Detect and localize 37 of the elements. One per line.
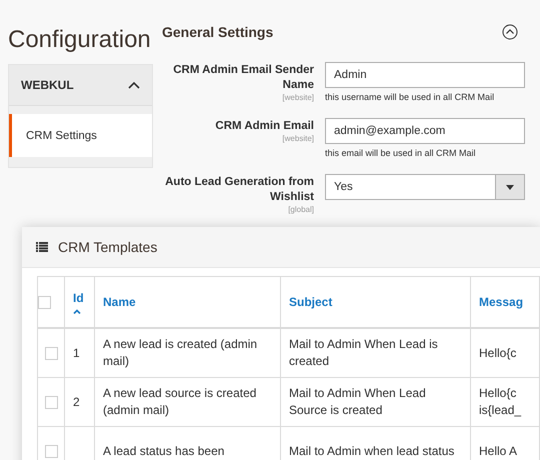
list-icon (36, 242, 48, 252)
column-header[interactable]: Name (94, 276, 280, 328)
scope-label: [website] (282, 93, 314, 102)
table-cell: 1 (64, 328, 94, 378)
select-field[interactable]: Yes (325, 174, 525, 200)
dropdown-caret-icon (506, 184, 514, 190)
row-checkbox[interactable] (44, 444, 58, 458)
row-checkbox[interactable] (44, 396, 58, 409)
row-checkbox[interactable] (44, 346, 58, 360)
field-label: CRM Admin Email Sender Name (172, 63, 314, 93)
scope-label: [global] (288, 205, 314, 214)
chevron-icon (128, 81, 140, 89)
table-cell: Mail to Admin When Lead is created (280, 328, 470, 378)
table-cell: Hello{c is{lead_ (470, 378, 540, 426)
column-header[interactable]: Subject (280, 276, 470, 328)
text-field[interactable]: Admin (325, 62, 525, 88)
section-title: General Settings (162, 24, 274, 40)
table-cell: A new lead is created (admin mail) (94, 328, 280, 378)
table-cell: Mail to Admin When Lead Source is created (280, 378, 470, 426)
field-note: this email will be used in all CRM Mail (325, 148, 477, 158)
sidebar-item[interactable]: CRM Settings (9, 114, 152, 157)
modal-title: CRM Templates (58, 239, 158, 255)
scope-label: [website] (282, 134, 314, 143)
text-field[interactable]: admin@example.com (325, 118, 525, 144)
collapse-icon[interactable] (502, 24, 518, 40)
table-cell: 2 (64, 378, 94, 426)
select-all-checkbox[interactable] (38, 296, 51, 310)
sidebar-group-header[interactable]: WEBKUL (9, 65, 152, 106)
sort-ascending-icon (73, 308, 81, 314)
column-header[interactable]: Id (64, 276, 94, 328)
field-label: Auto Lead Generation from Wishlist (164, 175, 314, 205)
field-label: CRM Admin Email (215, 119, 314, 134)
column-header[interactable]: Messag (470, 276, 540, 328)
table-cell: A new lead source is created (admin mail) (94, 378, 280, 426)
page-title: Configuration (8, 26, 152, 54)
field-note: this username will be used in all CRM Mail (325, 92, 496, 102)
table-cell: Hello{c (470, 328, 540, 378)
